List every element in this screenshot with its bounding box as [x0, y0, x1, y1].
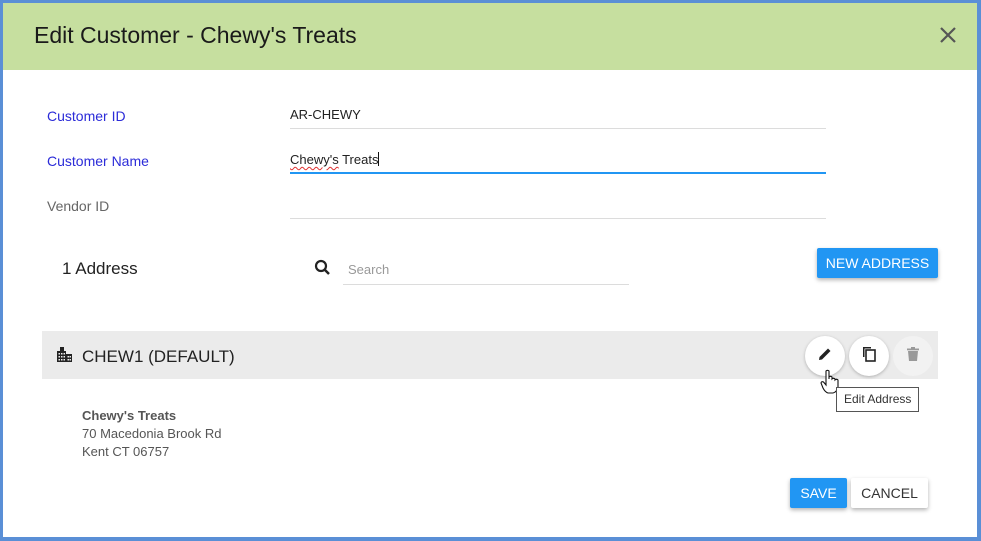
address-name: Chewy's Treats: [82, 408, 177, 423]
vendor-id-label: Vendor ID: [47, 198, 110, 214]
pencil-icon: [818, 347, 832, 366]
address-details: Chewy's Treats 70 Macedonia Brook Rd Ken…: [82, 407, 221, 461]
customer-name-value-rest: Treats: [338, 152, 379, 167]
address-count: 1 Address: [62, 259, 138, 278]
vendor-id-field[interactable]: [290, 191, 826, 219]
dialog-header: Edit Customer - Chewy's Treats: [3, 3, 977, 70]
address-code: CHEW1 (DEFAULT): [82, 347, 235, 366]
customer-id-label: Customer ID: [47, 108, 126, 124]
text-caret: [378, 152, 380, 166]
cancel-button[interactable]: CANCEL: [851, 478, 928, 508]
trash-icon: [907, 346, 919, 366]
copy-icon: [861, 346, 877, 367]
search-icon: [314, 259, 332, 277]
customer-id-field[interactable]: AR-CHEWY: [290, 101, 826, 129]
save-button[interactable]: SAVE: [790, 478, 847, 508]
delete-address-button[interactable]: [893, 336, 933, 376]
edit-customer-dialog: Edit Customer - Chewy's Treats Customer …: [0, 0, 981, 541]
customer-name-label: Customer Name: [47, 153, 149, 169]
customer-id-value: AR-CHEWY: [290, 107, 361, 122]
new-address-button[interactable]: NEW ADDRESS: [817, 248, 938, 278]
address-street: 70 Macedonia Brook Rd: [82, 426, 222, 441]
address-row: CHEW1 (DEFAULT): [42, 331, 938, 379]
address-city-line: Kent CT 06757: [82, 444, 170, 459]
building-icon: [57, 347, 72, 362]
dialog-title: Edit Customer - Chewy's Treats: [34, 22, 357, 48]
copy-address-button[interactable]: [849, 336, 889, 376]
edit-address-tooltip: Edit Address: [836, 387, 920, 412]
customer-name-field[interactable]: Chewy's Treats: [290, 146, 826, 174]
close-icon[interactable]: [937, 24, 959, 46]
customer-name-value-misspelled: Chewy's: [290, 152, 339, 167]
address-search-input[interactable]: [343, 255, 629, 285]
